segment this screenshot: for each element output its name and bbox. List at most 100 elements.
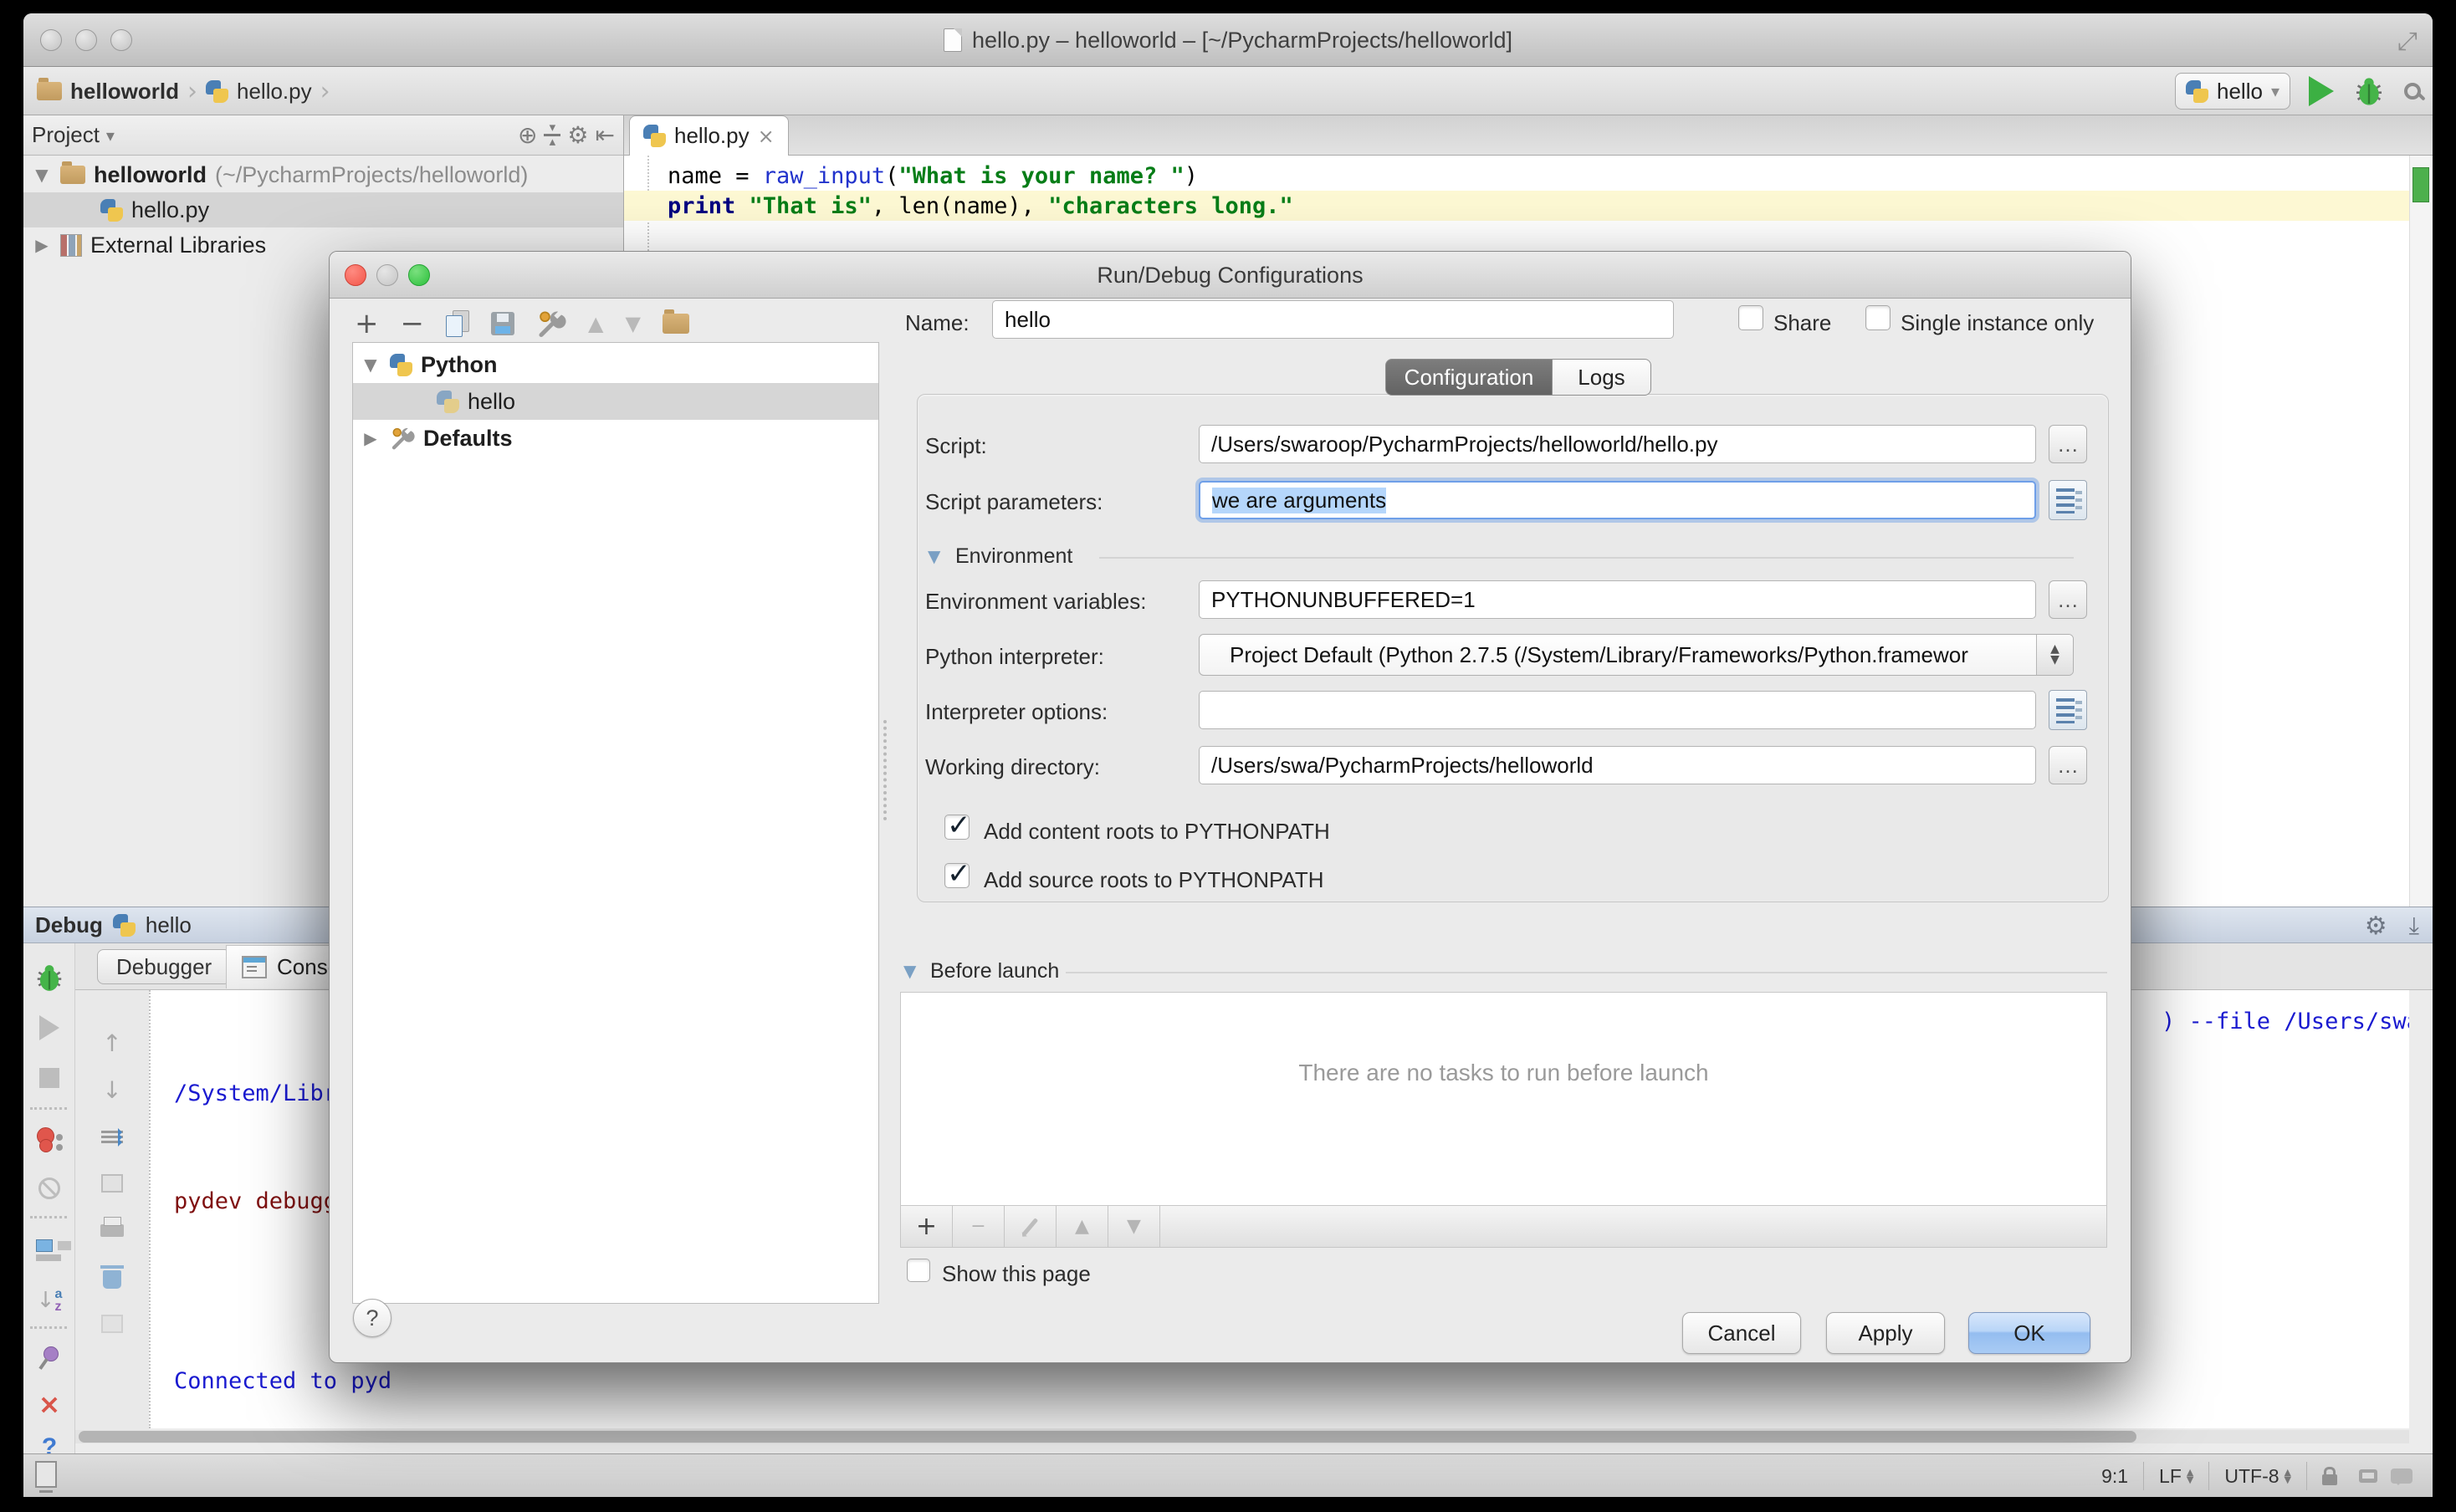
copy-configuration-button[interactable] bbox=[446, 310, 469, 337]
pin-tab-button[interactable] bbox=[23, 1340, 75, 1378]
move-up-button[interactable]: ▲ bbox=[588, 312, 603, 335]
caret-position-widget[interactable]: 9:1 bbox=[2086, 1462, 2143, 1490]
breadcrumb-file[interactable]: hello.py bbox=[237, 79, 312, 105]
project-panel-title[interactable]: Project bbox=[32, 122, 100, 148]
collapse-section-icon[interactable]: ▼ bbox=[903, 961, 916, 981]
soft-wrap-icon[interactable] bbox=[75, 1164, 149, 1203]
locate-file-icon[interactable]: ⊕ bbox=[518, 121, 537, 149]
save-configuration-button[interactable] bbox=[491, 312, 514, 335]
scroll-to-end-icon[interactable] bbox=[75, 1305, 149, 1343]
add-task-button[interactable]: + bbox=[901, 1206, 953, 1247]
tree-item-python-group[interactable]: ▼ Python bbox=[353, 346, 878, 383]
hide-panel-icon[interactable]: ⤓ bbox=[2409, 912, 2419, 940]
remove-task-button[interactable]: − bbox=[953, 1206, 1005, 1247]
event-log-widget[interactable] bbox=[2384, 1462, 2419, 1490]
tab-logs[interactable]: Logs bbox=[1553, 359, 1651, 396]
triangle-down-icon[interactable]: ▼ bbox=[32, 165, 52, 185]
run-configuration-select[interactable]: hello ▾ bbox=[2175, 73, 2290, 110]
close-session-button[interactable]: × bbox=[23, 1385, 75, 1423]
name-input[interactable]: hello bbox=[992, 300, 1674, 339]
collapse-all-icon[interactable]: ▾▴ bbox=[544, 124, 560, 146]
readonly-lock-widget[interactable] bbox=[2306, 1462, 2352, 1490]
triangle-right-icon[interactable]: ▶ bbox=[360, 428, 381, 448]
run-button[interactable] bbox=[2309, 76, 2334, 106]
up-stack-icon[interactable]: ↑ bbox=[75, 1024, 149, 1062]
inspection-ok-marker[interactable] bbox=[2413, 167, 2429, 202]
print-icon[interactable] bbox=[75, 1211, 149, 1249]
ok-button[interactable]: OK bbox=[1968, 1312, 2090, 1354]
toolwindow-toggle-icon[interactable] bbox=[35, 1461, 57, 1488]
triangle-right-icon[interactable]: ▶ bbox=[32, 235, 52, 255]
working-directory-value: /Users/swa/PycharmProjects/helloworld bbox=[1211, 753, 1594, 779]
working-directory-input[interactable]: /Users/swa/PycharmProjects/helloworld bbox=[1199, 746, 2036, 784]
triangle-down-icon[interactable]: ▼ bbox=[360, 355, 381, 375]
tree-item-hello-py[interactable]: hello.py bbox=[23, 192, 623, 227]
tab-configuration[interactable]: Configuration bbox=[1385, 359, 1553, 396]
tab-debugger[interactable]: Debugger bbox=[97, 949, 231, 984]
dialog-titlebar[interactable]: Run/Debug Configurations bbox=[330, 252, 2131, 299]
tab-hello-py[interactable]: hello.py × bbox=[629, 115, 789, 156]
line-ending-widget[interactable]: LF ▲▼ bbox=[2143, 1462, 2208, 1490]
search-everywhere-icon[interactable] bbox=[2404, 83, 2421, 100]
gear-icon[interactable]: ⚙ bbox=[2365, 912, 2387, 941]
move-down-button[interactable]: ▼ bbox=[625, 312, 640, 335]
script-input[interactable]: /Users/swaroop/PycharmProjects/helloworl… bbox=[1199, 425, 2036, 463]
mute-breakpoints-button[interactable] bbox=[23, 1169, 75, 1208]
chevron-down-icon[interactable]: ▾ bbox=[106, 125, 115, 146]
remove-configuration-button[interactable]: − bbox=[401, 307, 425, 340]
interpreter-options-input[interactable] bbox=[1199, 691, 2036, 729]
move-task-up-button[interactable]: ▲ bbox=[1057, 1206, 1108, 1247]
apply-button[interactable]: Apply bbox=[1826, 1312, 1945, 1354]
add-configuration-button[interactable]: + bbox=[355, 307, 379, 340]
tree-item-hello-config[interactable]: hello bbox=[353, 383, 878, 420]
tree-item-defaults[interactable]: ▶ Defaults bbox=[353, 420, 878, 457]
share-checkbox[interactable] bbox=[1738, 305, 1763, 330]
restore-layout-button[interactable] bbox=[23, 1231, 75, 1269]
error-stripe[interactable] bbox=[2409, 156, 2433, 907]
console-horizontal-scrollbar[interactable] bbox=[75, 1430, 2409, 1443]
hector-inspector-widget[interactable] bbox=[2352, 1462, 2384, 1490]
view-breakpoints-button[interactable] bbox=[23, 1121, 75, 1159]
debug-button[interactable] bbox=[2352, 74, 2386, 108]
environment-variables-input[interactable]: PYTHONUNBUFFERED=1 bbox=[1199, 580, 2036, 619]
console-settings-icon[interactable] bbox=[75, 1117, 149, 1156]
edit-task-button[interactable] bbox=[1005, 1206, 1057, 1247]
scrollbar-thumb[interactable] bbox=[79, 1431, 2136, 1443]
single-instance-checkbox[interactable] bbox=[1865, 305, 1891, 330]
expand-options-button[interactable] bbox=[2049, 690, 2087, 730]
gear-icon[interactable]: ⚙ bbox=[567, 121, 588, 149]
lock-icon bbox=[2322, 1474, 2337, 1485]
expand-parameters-button[interactable] bbox=[2049, 480, 2087, 520]
close-tab-icon[interactable]: × bbox=[758, 125, 775, 148]
tree-item-project-root[interactable]: ▼ helloworld (~/PycharmProjects/hellowor… bbox=[23, 157, 623, 192]
show-this-page-checkbox[interactable] bbox=[907, 1259, 930, 1282]
add-source-roots-checkbox[interactable] bbox=[944, 863, 970, 888]
down-stack-icon[interactable]: ↓ bbox=[75, 1070, 149, 1109]
dialog-splitter[interactable] bbox=[883, 720, 887, 820]
breadcrumb-project[interactable]: helloworld bbox=[70, 79, 179, 105]
code-line-1[interactable]: name = raw_input("What is your name? ") bbox=[624, 161, 2409, 191]
python-interpreter-select[interactable]: Project Default (Python 2.7.5 (/System/L… bbox=[1199, 634, 2074, 676]
add-content-roots-checkbox[interactable] bbox=[944, 815, 970, 840]
clear-console-icon[interactable] bbox=[75, 1258, 149, 1296]
window-titlebar[interactable]: hello.py – helloworld – [~/PycharmProjec… bbox=[23, 13, 2433, 67]
fullscreen-icon[interactable]: ⤢ bbox=[2397, 27, 2418, 56]
working-directory-browse-button[interactable]: … bbox=[2049, 746, 2087, 784]
before-launch-task-list[interactable]: There are no tasks to run before launch bbox=[900, 992, 2107, 1206]
collapse-section-icon[interactable]: ▼ bbox=[928, 546, 940, 566]
edit-defaults-button[interactable] bbox=[536, 309, 566, 339]
cancel-button[interactable]: Cancel bbox=[1682, 1312, 1801, 1354]
rerun-debug-button[interactable] bbox=[23, 958, 75, 997]
sort-alphabetically-button[interactable]: ↓az bbox=[23, 1281, 75, 1320]
move-task-down-button[interactable]: ▼ bbox=[1108, 1206, 1160, 1247]
environment-variables-browse-button[interactable]: … bbox=[2049, 580, 2087, 619]
dock-pin-icon[interactable]: ⇤ bbox=[596, 121, 615, 149]
dialog-help-button[interactable]: ? bbox=[353, 1299, 391, 1337]
code-line-2[interactable]: print "That is", len(name), "characters … bbox=[624, 191, 2409, 221]
resume-button[interactable] bbox=[23, 1009, 75, 1047]
encoding-widget[interactable]: UTF-8 ▲▼ bbox=[2208, 1462, 2306, 1490]
stop-button[interactable] bbox=[23, 1059, 75, 1097]
script-browse-button[interactable]: … bbox=[2049, 425, 2087, 463]
create-folder-button[interactable] bbox=[663, 314, 689, 334]
script-parameters-input[interactable]: we are arguments bbox=[1199, 481, 2036, 519]
